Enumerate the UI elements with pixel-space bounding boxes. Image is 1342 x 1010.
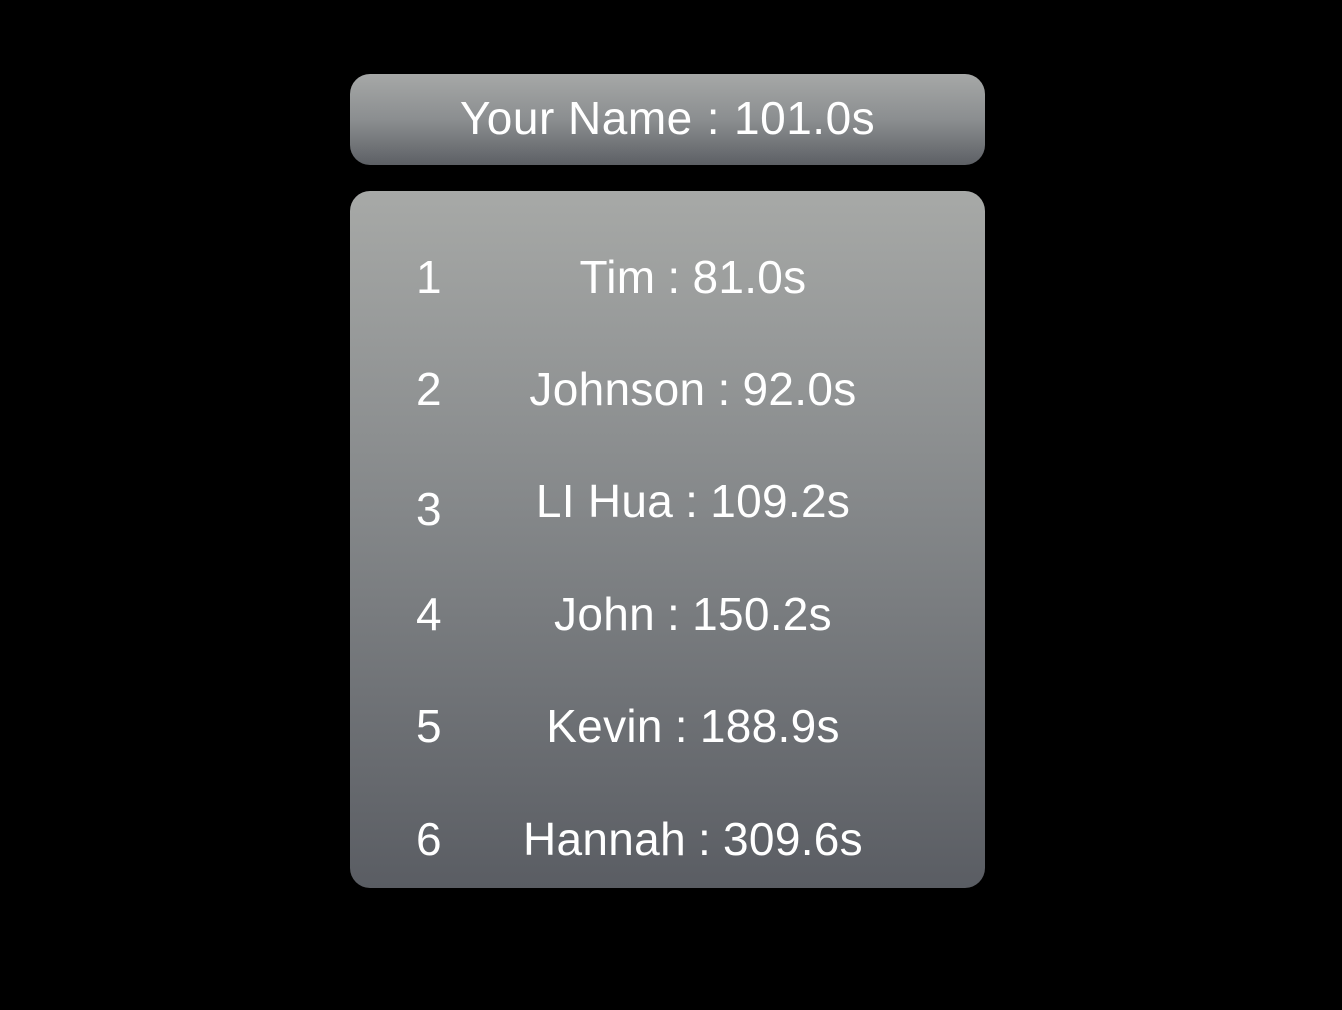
entry-separator: : — [667, 251, 681, 303]
player-time: 101.0s — [734, 91, 876, 144]
entry-time: 81.0s — [692, 251, 807, 303]
leaderboard-row: 4 John:150.2s — [350, 574, 985, 654]
entry-time: 188.9s — [699, 700, 840, 752]
rank-number: 6 — [416, 813, 442, 865]
entry-separator: : — [674, 700, 688, 752]
entry-time: 150.2s — [692, 588, 832, 640]
entry-time: 92.0s — [742, 363, 857, 415]
leaderboard-entry: Kevin:188.9s — [458, 686, 928, 766]
rank-number: 3 — [416, 483, 442, 535]
player-separator: : — [706, 91, 721, 144]
entry-name: John — [554, 588, 655, 640]
leaderboard-panel: 1 Tim:81.0s 2 Johnson:92.0s 3 LI Hua:109… — [350, 191, 985, 888]
entry-time: 109.2s — [710, 475, 851, 527]
rank-number: 4 — [416, 588, 442, 640]
leaderboard-row: 3 LI Hua:109.2s — [350, 461, 985, 541]
entry-separator: : — [697, 813, 712, 865]
rank-number: 1 — [416, 251, 442, 303]
rank-number: 5 — [416, 700, 442, 752]
entry-name: Kevin — [546, 700, 663, 752]
leaderboard-entry: Tim:81.0s — [458, 237, 928, 317]
player-score: Your Name : 101.0s — [460, 91, 875, 145]
leaderboard-row: 5 Kevin:188.9s — [350, 686, 985, 766]
entry-time: 309.6s — [723, 813, 863, 865]
entry-name: Tim — [579, 251, 656, 303]
player-name: Your Name — [459, 91, 693, 144]
entry-name: Hannah — [523, 813, 686, 865]
leaderboard-row: 6 Hannah:309.6s — [350, 799, 985, 879]
leaderboard-row: 2 Johnson:92.0s — [350, 349, 985, 429]
leaderboard-screen: Your Name : 101.0s 1 Tim:81.0s 2 Johnson… — [0, 0, 1342, 1010]
entry-separator: : — [685, 475, 699, 527]
player-score-panel: Your Name : 101.0s — [350, 74, 985, 165]
entry-name: LI Hua — [535, 475, 674, 527]
leaderboard-entry: Johnson:92.0s — [458, 349, 928, 429]
rank-number: 2 — [416, 363, 442, 415]
entry-separator: : — [717, 363, 731, 415]
entry-name: Johnson — [529, 363, 706, 415]
leaderboard-row: 1 Tim:81.0s — [350, 237, 985, 317]
leaderboard-entry: John:150.2s — [458, 574, 928, 654]
leaderboard-entry: LI Hua:109.2s — [458, 461, 928, 541]
entry-separator: : — [666, 588, 681, 640]
leaderboard-entry: Hannah:309.6s — [458, 799, 928, 879]
